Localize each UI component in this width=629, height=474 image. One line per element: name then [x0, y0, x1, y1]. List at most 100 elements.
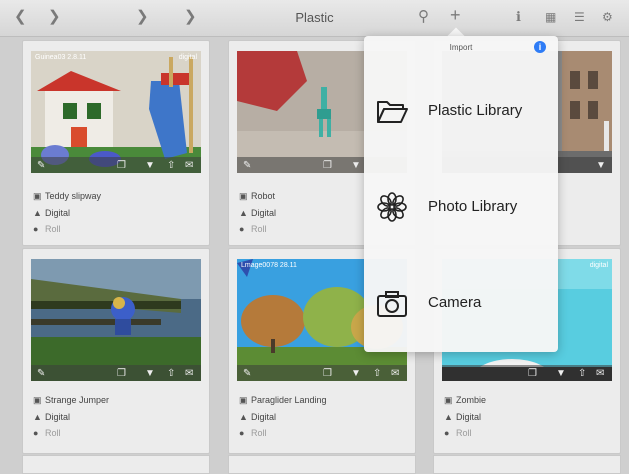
frame-icon: ▣: [444, 395, 453, 405]
photo-film: ● Roll: [33, 428, 61, 438]
copy-icon[interactable]: ❐: [323, 160, 332, 171]
camera-small-icon: ▲: [239, 208, 248, 218]
photo-stamp: digital: [178, 54, 197, 61]
share-icon[interactable]: ⇧: [373, 368, 381, 379]
frame-icon: ▣: [33, 395, 42, 405]
photo-name: ▣ Robot: [239, 191, 275, 202]
camera-label: Digital: [45, 412, 71, 422]
photo-camera: ▲ Digital: [239, 412, 276, 422]
photo-card-partial[interactable]: [22, 455, 210, 474]
photo-card[interactable]: Guinea03 2.8.11 digital ✎ ❐ ▼ ⇧ ✉ ▣ Teddy…: [22, 40, 210, 246]
grid-icon[interactable]: ▦: [545, 8, 556, 26]
photo-film: ● Roll: [239, 428, 267, 438]
top-toolbar: ❮ ❯ ❯ ❯ Plastic ⚲ + ℹ ▦ ☰ ⚙: [0, 0, 629, 37]
camera-icon: [377, 291, 407, 317]
film-icon: ●: [239, 224, 245, 234]
film-label: Roll: [45, 428, 61, 438]
camera-small-icon: ▲: [444, 412, 453, 422]
photo-stamp: Guinea03 2.8.11: [35, 54, 87, 61]
film-icon: ●: [33, 428, 39, 438]
photo-thumbnail[interactable]: Guinea03 2.8.11 digital ✎ ❐ ▼ ⇧ ✉: [31, 51, 201, 173]
tag-icon[interactable]: ▼: [145, 160, 155, 171]
photo-film: ● Roll: [444, 428, 472, 438]
frame-icon: ▣: [239, 395, 248, 405]
tag-icon[interactable]: ▼: [145, 368, 155, 379]
photo-camera: ▲ Digital: [33, 208, 70, 218]
frame-icon: ▣: [33, 191, 42, 201]
photo-name-label: Zombie: [456, 395, 487, 405]
tag-icon[interactable]: ▼: [556, 368, 566, 379]
photo-name-label: Paraglider Landing: [251, 395, 327, 405]
settings-icon[interactable]: ⚙: [602, 8, 613, 26]
photo-name-label: Strange Jumper: [45, 395, 110, 405]
photo-camera: ▲ Digital: [444, 412, 481, 422]
camera-label: Digital: [251, 208, 277, 218]
photo-name: ▣ Teddy slipway: [33, 191, 101, 202]
camera-small-icon: ▲: [33, 412, 42, 422]
share-icon[interactable]: ⇧: [167, 160, 175, 171]
share-icon[interactable]: ⇧: [578, 368, 586, 379]
film-label: Roll: [251, 224, 267, 234]
photo-name: ▣ Paraglider Landing: [239, 395, 327, 406]
tag-icon[interactable]: ▼: [351, 368, 361, 379]
copy-icon[interactable]: ❐: [323, 368, 332, 379]
copy-icon[interactable]: ❐: [117, 160, 126, 171]
photo-action-bar: ✎ ❐ ▼ ⇧ ✉: [237, 365, 407, 381]
search-icon[interactable]: ⚲: [418, 8, 429, 26]
mail-icon[interactable]: ✉: [596, 368, 604, 379]
photo-card-partial[interactable]: [228, 455, 416, 474]
copy-icon[interactable]: ❐: [117, 368, 126, 379]
photo-name-label: Robot: [251, 191, 276, 201]
photo-film: ● Roll: [33, 224, 61, 234]
mail-icon[interactable]: ✉: [185, 368, 193, 379]
camera-small-icon: ▲: [239, 412, 248, 422]
import-option-label: Plastic Library: [428, 102, 523, 119]
tag-icon[interactable]: ▼: [351, 160, 361, 171]
film-label: Roll: [456, 428, 472, 438]
photo-film: ● Roll: [239, 224, 267, 234]
import-popover: Import i Plastic Library Photo Library C…: [364, 36, 558, 352]
folder-open-icon: [377, 101, 408, 123]
camera-small-icon: ▲: [33, 208, 42, 218]
photo-camera: ▲ Digital: [239, 208, 276, 218]
photo-name: ▣ Strange Jumper: [33, 395, 109, 406]
photo-name-label: Teddy slipway: [45, 191, 102, 201]
copy-icon[interactable]: ❐: [528, 368, 537, 379]
photo-name: ▣ Zombie: [444, 395, 486, 406]
mail-icon[interactable]: ✉: [391, 368, 399, 379]
camera-label: Digital: [45, 208, 71, 218]
import-option-label: Camera: [428, 294, 482, 311]
popover-title: Import: [449, 43, 473, 52]
mail-icon[interactable]: ✉: [185, 160, 193, 171]
app-title: Plastic: [295, 10, 334, 25]
edit-icon[interactable]: ✎: [243, 368, 251, 379]
camera-label: Digital: [456, 412, 482, 422]
import-photo-library[interactable]: Photo Library: [364, 178, 558, 238]
photos-flower-icon: [377, 192, 407, 222]
import-plastic-library[interactable]: Plastic Library: [364, 82, 558, 142]
photo-card-partial[interactable]: [433, 455, 621, 474]
info-badge-icon[interactable]: i: [534, 41, 546, 53]
film-label: Roll: [251, 428, 267, 438]
photo-stamp: Lmage0078 28.11: [241, 262, 297, 269]
edit-icon[interactable]: ✎: [37, 368, 45, 379]
list-icon[interactable]: ☰: [574, 8, 585, 26]
share-icon[interactable]: ⇧: [167, 368, 175, 379]
edit-icon[interactable]: ✎: [37, 160, 45, 171]
add-icon[interactable]: +: [450, 6, 461, 24]
film-icon: ●: [444, 428, 450, 438]
photo-action-bar: ❐ ▼ ⇧ ✉: [442, 365, 612, 381]
import-option-label: Photo Library: [428, 198, 518, 215]
film-label: Roll: [45, 224, 61, 234]
photo-thumbnail[interactable]: ✎ ❐ ▼ ⇧ ✉: [31, 259, 201, 381]
photo-card[interactable]: ✎ ❐ ▼ ⇧ ✉ ▣ Strange Jumper ▲ Digital ● Roll: [22, 248, 210, 454]
frame-icon: ▣: [239, 191, 248, 201]
photo-action-bar: ✎ ❐ ▼ ⇧ ✉: [31, 157, 201, 173]
import-camera[interactable]: Camera: [364, 274, 558, 334]
tag-icon[interactable]: ▼: [596, 160, 606, 171]
film-icon: ●: [239, 428, 245, 438]
photo-action-bar: ✎ ❐ ▼ ⇧ ✉: [31, 365, 201, 381]
edit-icon[interactable]: ✎: [243, 160, 251, 171]
info-icon[interactable]: ℹ: [516, 8, 521, 26]
camera-label: Digital: [251, 412, 277, 422]
